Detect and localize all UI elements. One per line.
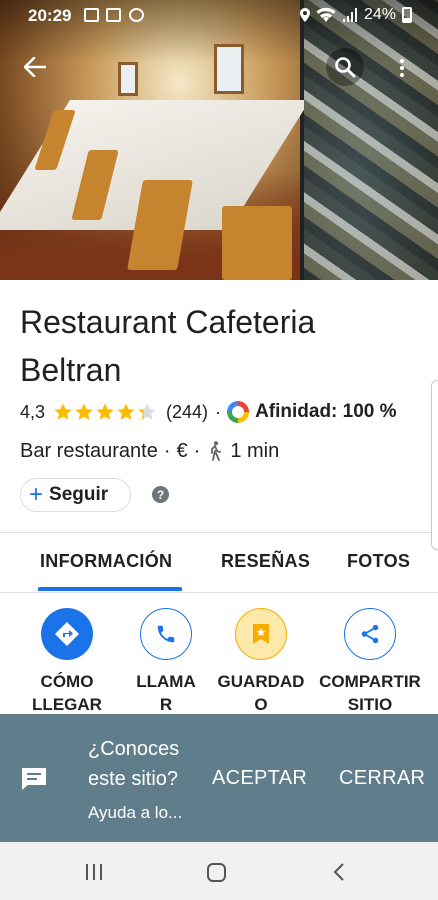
banner-question: ¿Conoces este sitio? [88, 734, 179, 794]
star-icon [74, 402, 94, 422]
active-tab-indicator [38, 587, 182, 591]
divider [0, 592, 438, 593]
star-icon [137, 402, 157, 422]
category-row: Bar restaurante · € · 1 min [20, 437, 279, 465]
bookmark-icon [253, 624, 269, 644]
share-button[interactable]: COMPARTIR SITIO [315, 608, 425, 716]
star-icon [95, 402, 115, 422]
call-circle [140, 608, 192, 660]
status-bar: 20:29 24% [0, 0, 438, 32]
more-vert-icon [400, 59, 404, 77]
home-icon[interactable] [207, 863, 226, 882]
cloud-notification-icon [129, 8, 144, 22]
hero-photos[interactable] [0, 0, 438, 280]
follow-label: Seguir [49, 484, 109, 505]
reviews-count[interactable]: (244) [166, 402, 208, 423]
directions-icon [55, 622, 79, 646]
scrollbar[interactable] [431, 380, 438, 550]
location-icon [299, 8, 310, 22]
star-icon [116, 402, 136, 422]
save-button[interactable]: GUARDAD O [206, 608, 316, 716]
gallery-notification-icon [106, 8, 121, 22]
help-icon[interactable]: ? [152, 486, 169, 503]
system-nav-bar [0, 842, 438, 900]
signal-icon [342, 8, 357, 22]
share-icon [361, 624, 379, 644]
follow-button[interactable]: + Seguir [20, 478, 131, 512]
restaurant-interior-photo[interactable] [0, 0, 310, 280]
banner-question-line1: ¿Conoces [88, 738, 180, 760]
affinity-score[interactable]: Afinidad: 100 % [255, 401, 396, 423]
back-button[interactable] [18, 50, 52, 84]
call-label: LLAMA R [136, 672, 196, 714]
accept-button[interactable]: ACEPTAR [212, 767, 307, 790]
know-this-place-banner: ¿Conoces este sitio? Ayuda a lo... ACEPT… [0, 714, 438, 842]
walking-icon [211, 441, 222, 461]
directions-label: CÓMO LLEGAR [32, 672, 102, 714]
photo-window [118, 62, 138, 96]
rating-value: 4,3 [20, 401, 46, 422]
facebook-notification-icon [84, 8, 99, 22]
tab-fotos[interactable]: FOTOS [347, 551, 410, 572]
place-category: Bar restaurante [20, 439, 158, 462]
google-affinity-icon [227, 401, 250, 423]
banner-question-line2: este sitio? [88, 768, 179, 790]
rating-stars [53, 402, 158, 422]
action-buttons: CÓMO LLEGAR LLAMA R GUARDAD O COMPARTIR SITI… [0, 600, 438, 715]
share-label: COMPARTIR SITIO [319, 672, 421, 714]
status-right: 24% [299, 6, 412, 24]
photo-window [214, 44, 244, 94]
walk-time: 1 min [230, 439, 280, 462]
banner-subtitle: Ayuda a lo... [88, 803, 183, 822]
more-options-button[interactable] [392, 52, 412, 84]
battery-percent: 24% [363, 6, 396, 23]
tab-bar: INFORMACIÓN RESEÑAS FOTOS [0, 533, 438, 593]
feedback-icon [22, 768, 46, 790]
search-icon [335, 57, 356, 78]
call-button[interactable]: LLAMA R [111, 608, 221, 716]
fish-dish-photo[interactable] [304, 0, 438, 280]
tab-resenas[interactable]: RESEÑAS [221, 551, 310, 572]
photo-chair [222, 206, 292, 280]
search-button[interactable] [326, 48, 364, 86]
star-icon [53, 402, 73, 422]
separator: · [193, 439, 201, 462]
price-level: € [176, 439, 188, 462]
close-button[interactable]: CERRAR [339, 767, 425, 790]
nav-back-icon[interactable] [330, 862, 350, 882]
plus-icon: + [29, 481, 44, 508]
arrow-left-icon [24, 57, 46, 77]
directions-button[interactable]: CÓMO LLEGAR [12, 608, 122, 716]
save-circle [235, 608, 287, 660]
status-time: 20:29 [28, 6, 72, 25]
recents-icon[interactable] [86, 864, 102, 880]
phone-icon [157, 625, 175, 643]
battery-icon [402, 7, 412, 23]
share-circle [344, 608, 396, 660]
separator: · [163, 439, 171, 462]
place-name: Restaurant Cafeteria Beltran [20, 304, 316, 388]
wifi-icon [316, 7, 336, 22]
save-label: GUARDAD O [217, 672, 305, 714]
separator: · [215, 401, 222, 422]
directions-circle [41, 608, 93, 660]
rating-row: 4,3 (244) · Afinidad: 100 % [20, 398, 397, 426]
tab-informacion[interactable]: INFORMACIÓN [40, 551, 172, 572]
